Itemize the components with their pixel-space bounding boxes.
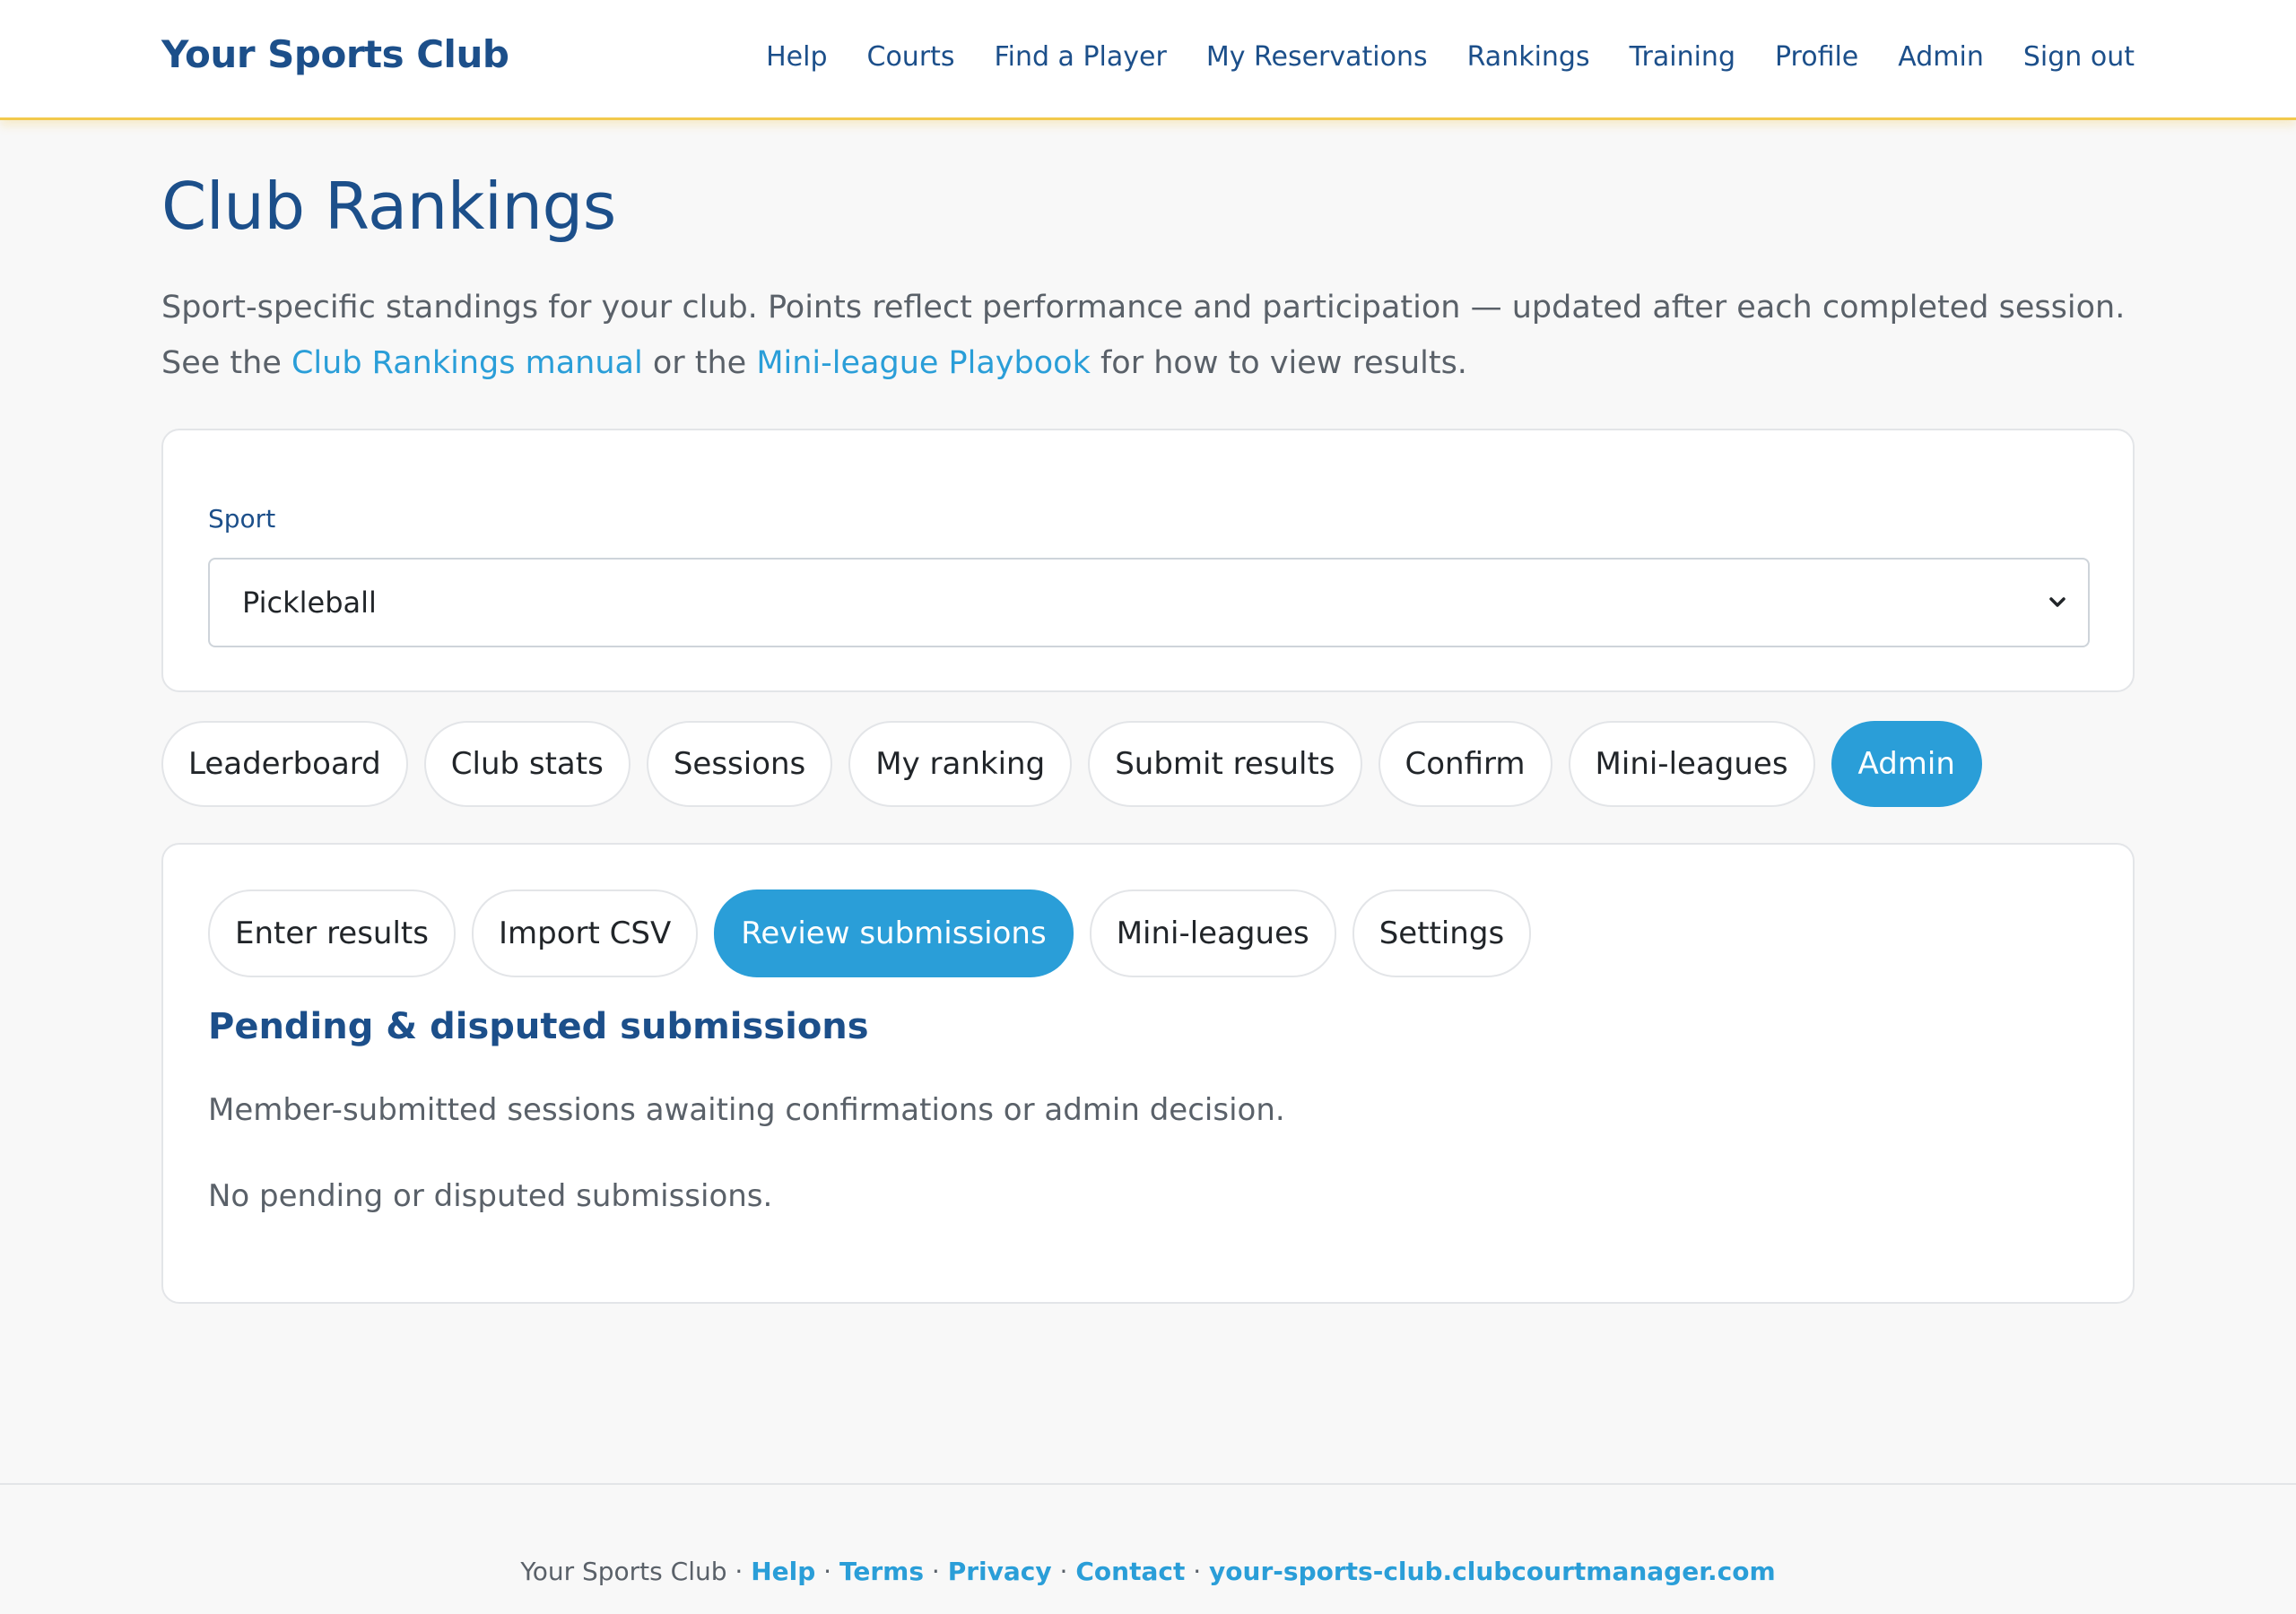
empty-state-message: No pending or disputed submissions. (208, 1178, 773, 1214)
tab-confirm[interactable]: Confirm (1378, 721, 1552, 807)
tab-leaderboard[interactable]: Leaderboard (161, 721, 408, 807)
tab-sessions[interactable]: Sessions (646, 721, 833, 807)
footer-contact-link[interactable]: Contact (1075, 1557, 1185, 1586)
footer-separator: · (815, 1557, 839, 1586)
admin-subtabs: Enter results Import CSV Review submissi… (208, 889, 1532, 977)
tab-club-stats[interactable]: Club stats (423, 721, 631, 807)
review-description: Member-submitted sessions awaiting confi… (208, 1092, 1285, 1128)
nav-training[interactable]: Training (1630, 41, 1735, 73)
subtab-enter-results[interactable]: Enter results (208, 889, 456, 977)
footer-help-link[interactable]: Help (751, 1557, 815, 1586)
nav-sign-out[interactable]: Sign out (2023, 41, 2135, 73)
review-section-title: Pending & disputed submissions (208, 1006, 869, 1047)
tab-my-ranking[interactable]: My ranking (848, 721, 1073, 807)
tab-admin[interactable]: Admin (1831, 721, 1982, 807)
tab-submit-results[interactable]: Submit results (1088, 721, 1362, 807)
main-nav: Help Courts Find a Player My Reservation… (766, 41, 2135, 73)
nav-admin[interactable]: Admin (1898, 41, 1984, 73)
nav-profile[interactable]: Profile (1775, 41, 1858, 73)
footer-terms-link[interactable]: Terms (839, 1557, 924, 1586)
mini-league-playbook-link[interactable]: Mini-league Playbook (756, 345, 1091, 381)
nav-courts[interactable]: Courts (867, 41, 955, 73)
footer-separator: · (1185, 1557, 1210, 1586)
subtab-mini-leagues[interactable]: Mini-leagues (1089, 889, 1336, 977)
admin-panel: Enter results Import CSV Review submissi… (161, 843, 2135, 1304)
sport-filter-card: Sport Pickleball (161, 429, 2135, 692)
subtab-import-csv[interactable]: Import CSV (471, 889, 699, 977)
footer-links: Your Sports Club · Help · Terms · Privac… (0, 1557, 2296, 1586)
footer-site-link[interactable]: your-sports-club.clubcourtmanager.com (1209, 1557, 1776, 1586)
sport-select-value: Pickleball (242, 586, 377, 620)
ranking-tabs: Leaderboard Club stats Sessions My ranki… (161, 721, 1982, 807)
subtab-settings[interactable]: Settings (1352, 889, 1532, 977)
sport-select[interactable]: Pickleball (208, 558, 2090, 647)
intro-text-2: or the (642, 345, 757, 381)
page-footer: Your Sports Club · Help · Terms · Privac… (0, 1483, 2296, 1614)
intro-text-3: for how to view results. (1090, 345, 1467, 381)
page-title: Club Rankings (161, 169, 616, 244)
footer-separator: · (924, 1557, 948, 1586)
page-intro: Sport-specific standings for your club. … (161, 280, 2135, 391)
nav-help[interactable]: Help (766, 41, 827, 73)
footer-club-name: Your Sports Club (520, 1557, 727, 1586)
sport-label: Sport (208, 504, 276, 534)
nav-rankings[interactable]: Rankings (1467, 41, 1590, 73)
top-navbar: Your Sports Club Help Courts Find a Play… (0, 0, 2296, 120)
nav-my-reservations[interactable]: My Reservations (1206, 41, 1428, 73)
nav-find-a-player[interactable]: Find a Player (995, 41, 1167, 73)
footer-separator: · (1051, 1557, 1076, 1586)
chevron-down-icon (2045, 590, 2070, 615)
footer-separator: · (726, 1557, 752, 1586)
footer-privacy-link[interactable]: Privacy (948, 1557, 1052, 1586)
subtab-review-submissions[interactable]: Review submissions (714, 889, 1074, 977)
tab-mini-leagues[interactable]: Mini-leagues (1568, 721, 1815, 807)
brand-logo[interactable]: Your Sports Club (161, 32, 509, 76)
club-rankings-manual-link[interactable]: Club Rankings manual (291, 345, 643, 381)
